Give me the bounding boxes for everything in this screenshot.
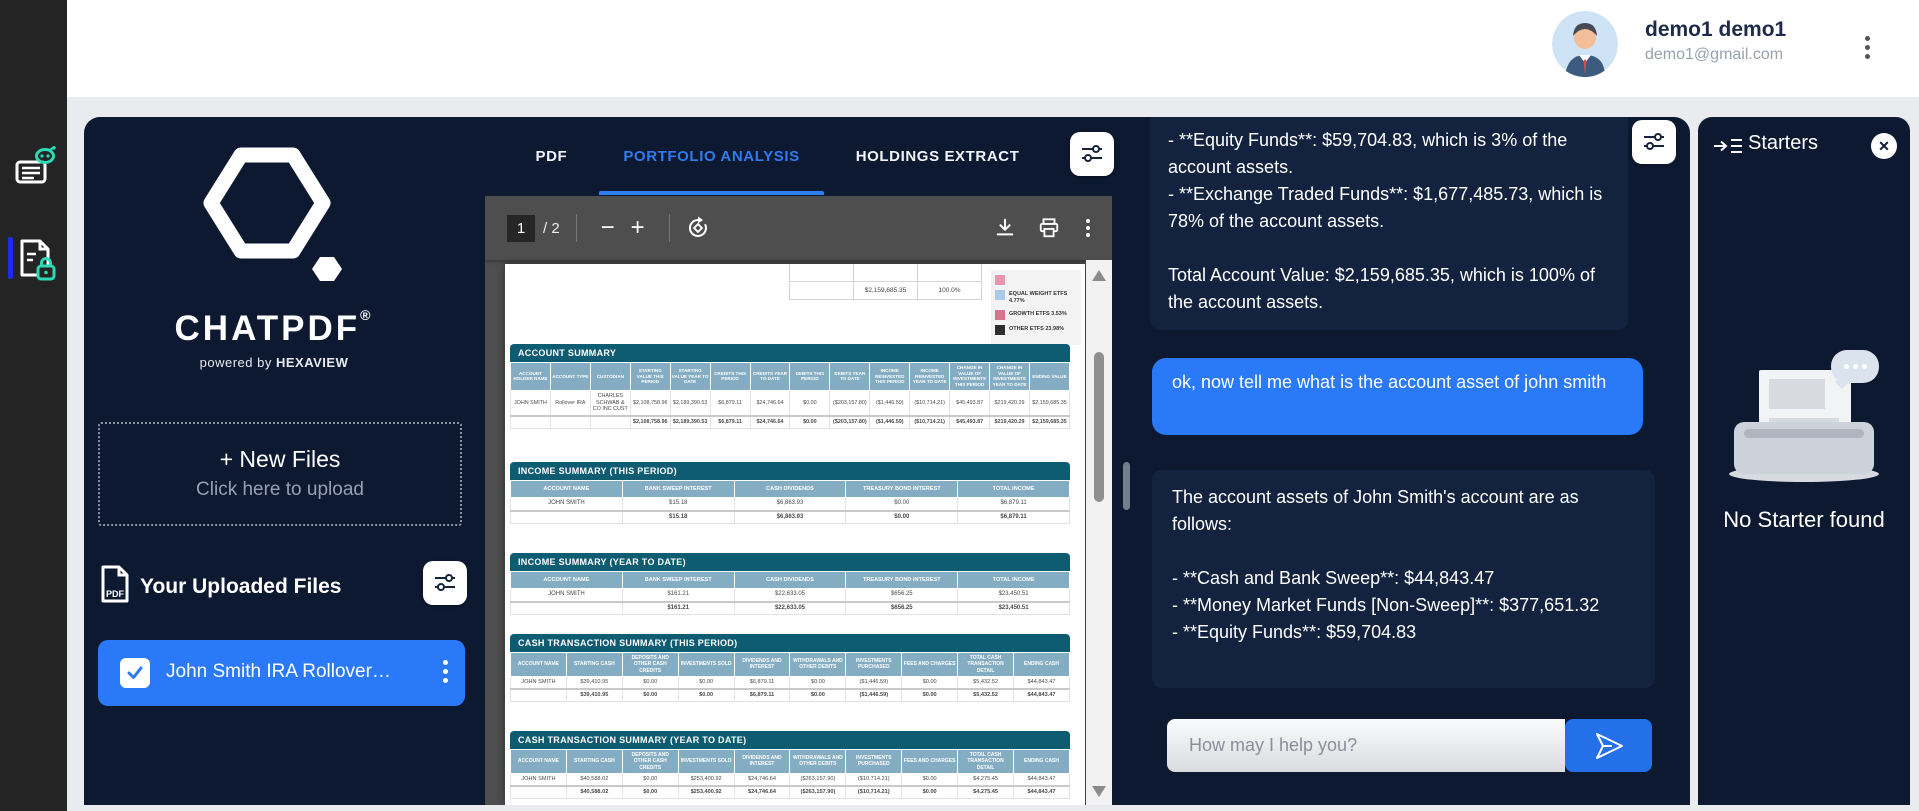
send-icon	[1592, 731, 1626, 761]
files-filter-button[interactable]	[423, 561, 467, 605]
assistant-message-text: - **Equity Funds**: $59,704.83, which is…	[1168, 127, 1610, 316]
uploaded-files-label: Your Uploaded Files	[140, 575, 341, 599]
pdf-viewer: 1 / 2 − +	[485, 196, 1112, 805]
scroll-down-icon[interactable]	[1092, 786, 1106, 797]
pdf-chart-legend: EQUAL WEIGHT ETFS 4.77% GROWTH ETFS 3.53%…	[991, 270, 1081, 345]
left-rail	[0, 0, 67, 811]
legend-label: EQUAL WEIGHT ETFS 4.77%	[1009, 290, 1077, 305]
legend-label: OTHER ETFS 23.98%	[1009, 325, 1064, 333]
starters-empty-text: No Starter found	[1698, 507, 1910, 533]
legend-chip	[995, 290, 1005, 300]
zoom-out-button[interactable]: −	[593, 214, 623, 242]
pdf-doc-table: INCOME SUMMARY (YEAR TO DATE)ACCOUNT NAM…	[510, 553, 1070, 615]
starters-title: Starters	[1748, 132, 1818, 155]
legend-label: GROWTH ETFS 3.53%	[1009, 310, 1067, 318]
pdf-toolbar: 1 / 2 − +	[485, 196, 1112, 260]
scroll-up-icon[interactable]	[1092, 270, 1106, 281]
speech-bubble-icon	[1831, 350, 1879, 383]
tab-holdings-extract[interactable]: HOLDINGS EXTRACT	[856, 117, 1020, 195]
chat-filter-button[interactable]	[1632, 120, 1676, 164]
svg-text:PDF: PDF	[106, 589, 125, 599]
user-email: demo1@gmail.com	[1645, 46, 1783, 64]
pdf-file-icon: PDF	[100, 565, 130, 603]
legend-chip	[995, 310, 1005, 320]
registered-mark: ®	[360, 307, 373, 323]
print-icon[interactable]	[1038, 217, 1060, 239]
pdf-table-title: CASH TRANSACTION SUMMARY (THIS PERIOD)	[510, 634, 1070, 652]
scrollbar-thumb[interactable]	[1094, 352, 1104, 502]
user-name: demo1 demo1	[1645, 18, 1786, 42]
user-message: ok, now tell me what is the account asse…	[1152, 358, 1643, 435]
pdf-doc-table: ACCOUNT SUMMARYACCOUNT HOLDER NAMEACCOUN…	[510, 344, 1070, 429]
document-lock-icon[interactable]	[18, 238, 60, 282]
legend-chip	[995, 325, 1005, 335]
pdf-scrollbar[interactable]	[1086, 260, 1112, 805]
pdf-table-title: INCOME SUMMARY (YEAR TO DATE)	[510, 553, 1070, 571]
starters-panel: Starters ✕ No Starter found	[1698, 117, 1910, 805]
app-subtitle: powered by HEXAVIEW	[84, 355, 464, 370]
user-menu-kebab-icon[interactable]	[1857, 32, 1877, 68]
new-files-label: + New Files	[100, 446, 460, 473]
file-name: John Smith IRA Rollover…	[166, 661, 391, 683]
pdf-doc-table: INCOME SUMMARY (THIS PERIOD)ACCOUNT NAME…	[510, 462, 1070, 524]
empty-inbox-illustration	[1729, 350, 1879, 482]
pdf-more-kebab-icon[interactable]	[1082, 216, 1094, 240]
pdf-doc-table: CASH TRANSACTION SUMMARY (THIS PERIOD)AC…	[510, 634, 1070, 702]
legend-chip	[995, 275, 1005, 285]
file-kebab-icon[interactable]	[437, 656, 453, 690]
pdf-table-title: CASH TRANSACTION SUMMARY (YEAR TO DATE)	[510, 731, 1070, 749]
legend-item: OTHER ETFS 23.98%	[995, 325, 1077, 335]
file-checkbox[interactable]	[120, 658, 150, 688]
uploaded-files-header: PDF Your Uploaded Files	[100, 565, 462, 611]
topbar: demo1 demo1 demo1@gmail.com	[67, 0, 1919, 97]
pdf-filter-button[interactable]	[1070, 132, 1114, 176]
rail-active-indicator	[8, 237, 13, 279]
chat-input[interactable]	[1167, 719, 1565, 772]
starters-icon	[1713, 137, 1743, 160]
send-button[interactable]	[1565, 719, 1652, 772]
assistant-message-text: The account assets of John Smith's accou…	[1172, 484, 1635, 646]
tab-portfolio-analysis[interactable]: PORTFOLIO ANALYSIS	[623, 117, 799, 195]
rotate-icon[interactable]	[686, 216, 710, 240]
starters-close-icon[interactable]: ✕	[1871, 133, 1897, 159]
pdf-table-title: ACCOUNT SUMMARY	[510, 344, 1070, 362]
page-count: / 2	[543, 220, 560, 237]
legend-item: EQUAL WEIGHT ETFS 4.77%	[995, 290, 1077, 305]
legend-item: GROWTH ETFS 3.53%	[995, 310, 1077, 320]
page-number-input[interactable]: 1	[507, 215, 535, 242]
user-message-text: ok, now tell me what is the account asse…	[1172, 369, 1623, 396]
user-avatar[interactable]	[1552, 11, 1618, 77]
download-icon[interactable]	[994, 217, 1016, 239]
zoom-in-button[interactable]: +	[623, 214, 653, 242]
panel-resize-handle[interactable]	[1123, 462, 1130, 510]
assistant-message: - **Equity Funds**: $59,704.83, which is…	[1150, 117, 1628, 330]
new-files-dropzone[interactable]: + New Files Click here to upload	[98, 422, 462, 526]
chat-robot-icon[interactable]	[14, 146, 56, 190]
legend-item	[995, 275, 1077, 285]
uploaded-file-item[interactable]: John Smith IRA Rollover…	[98, 640, 465, 706]
app: demo1 demo1 demo1@gmail.com CHATPDF® pow…	[0, 0, 1919, 811]
pdf-tabs: PDF PORTFOLIO ANALYSIS HOLDINGS EXTRACT	[485, 117, 1070, 195]
main-panel: CHATPDF® powered by HEXAVIEW + New Files…	[84, 117, 1690, 805]
new-files-hint: Click here to upload	[100, 479, 460, 501]
tab-pdf[interactable]: PDF	[536, 117, 568, 195]
chatpdf-logo-icon	[194, 141, 364, 291]
app-title: CHATPDF®	[84, 307, 464, 349]
pdf-table-title: INCOME SUMMARY (THIS PERIOD)	[510, 462, 1070, 480]
pdf-doc-table: CASH TRANSACTION SUMMARY (YEAR TO DATE)A…	[510, 731, 1070, 799]
assistant-message: The account assets of John Smith's accou…	[1152, 470, 1655, 688]
pdf-document-page: $2,159,685.35100.0% EQUAL WEIGHT ETFS 4.…	[505, 264, 1085, 805]
pdf-partial-table: $2,159,685.35100.0%	[789, 264, 982, 300]
